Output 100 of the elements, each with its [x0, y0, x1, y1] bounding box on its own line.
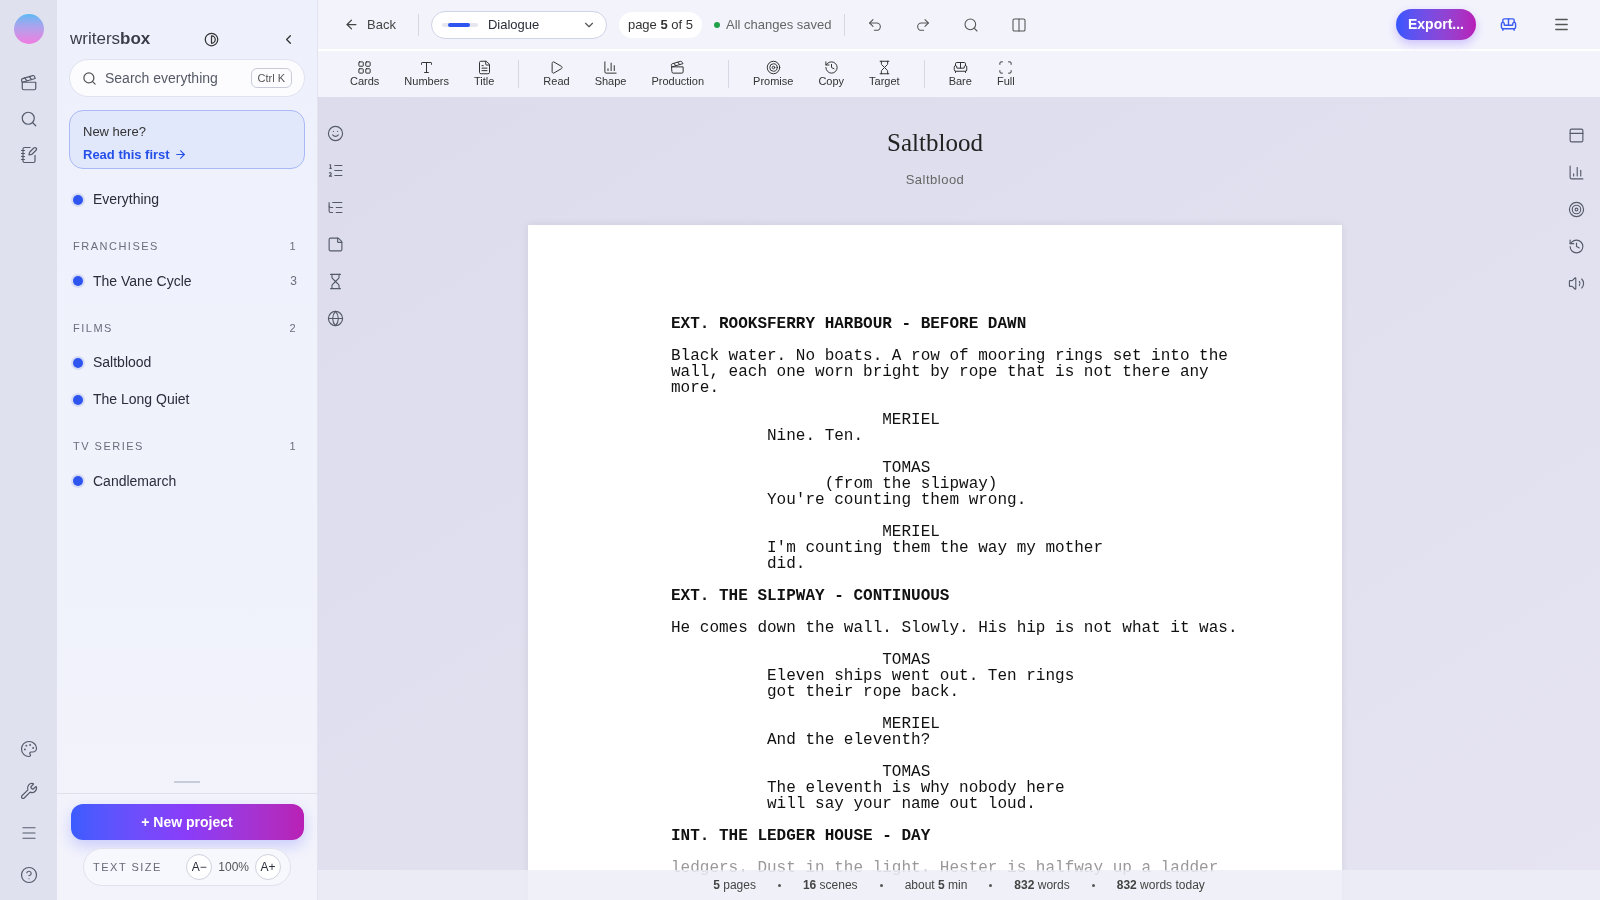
redo-icon[interactable]: [914, 16, 931, 33]
fullscreen-icon: [998, 60, 1014, 75]
sidebar-item[interactable]: The Vane Cycle: [73, 270, 192, 292]
sidebar-item[interactable]: The Long Quiet: [73, 389, 190, 410]
character-name: MERIEL: [882, 412, 940, 428]
section-heading: FRANCHISES: [73, 239, 159, 254]
action-text: ledgers. Dust in the light. Hester is halfway up a ladder: [671, 860, 1219, 876]
arrow-icon: [173, 147, 187, 161]
search-icon[interactable]: [962, 16, 979, 33]
document-title: Saltblood: [887, 128, 983, 158]
toolbar-button[interactable]: Shape: [582, 60, 639, 88]
status-item: 5 pages: [713, 877, 756, 894]
sofa-icon: [952, 60, 968, 75]
character-name: TOMAS: [882, 652, 931, 668]
dialogue-text: The eleventh is why nobody here will say your name out loud.: [767, 780, 1066, 812]
search-field[interactable]: Search everything: [105, 67, 243, 89]
sidebar-item[interactable]: Saltblood: [73, 352, 152, 373]
item-count: 3: [290, 273, 297, 290]
toolbar-button[interactable]: Full: [984, 60, 1027, 88]
logo-icon: [13, 14, 44, 44]
wrench-icon[interactable]: [19, 782, 38, 800]
history-icon[interactable]: [1568, 238, 1585, 255]
export-button[interactable]: Export...: [1396, 9, 1476, 40]
volume-icon[interactable]: [1568, 275, 1585, 292]
parenthetical-text: (from the slipway): [824, 476, 998, 492]
section-count: 1: [289, 439, 297, 454]
bar-chart-icon[interactable]: [1568, 164, 1585, 181]
status-item: 832 words today: [1116, 877, 1205, 894]
notebook-icon[interactable]: [19, 146, 38, 164]
contrast-icon[interactable]: [204, 31, 219, 47]
toolbar-button[interactable]: Promise: [741, 60, 806, 88]
play-icon: [549, 60, 564, 75]
text-size-value: 100%: [218, 859, 249, 876]
text-size-label: TEXT SIZE: [93, 859, 162, 875]
split-view-icon[interactable]: [1010, 16, 1027, 33]
clapperboard-icon[interactable]: [19, 74, 38, 92]
search-icon[interactable]: [19, 110, 38, 128]
dialogue-text: Eleven ships went out. Ten rings got their rope back.: [767, 668, 1076, 700]
new-project-button[interactable]: + New project: [70, 804, 304, 840]
dialogue-text: You're counting them wrong.: [767, 492, 1028, 508]
back-button[interactable]: Back: [344, 14, 406, 35]
shortcut-badge: Ctrl K: [250, 67, 292, 89]
section-count: 1: [289, 239, 297, 254]
scene-heading: EXT. THE SLIPWAY - CONTINUOUS: [671, 588, 950, 604]
sidebar-item[interactable]: Candlemarch: [73, 470, 177, 492]
bar-chart-icon: [603, 60, 619, 75]
toolbar-button[interactable]: Cards: [338, 60, 392, 88]
clapperboard-icon: [670, 60, 686, 75]
history-icon: [823, 60, 839, 75]
sticky-note-icon[interactable]: [327, 236, 344, 253]
indicator-icon: [441, 22, 478, 27]
section-heading: TV SERIES: [73, 439, 144, 454]
increase-text-button[interactable]: A+: [255, 854, 281, 880]
dialogue-text: And the eleventh?: [767, 732, 932, 748]
toolbar-button[interactable]: Target: [857, 60, 912, 88]
scene-heading: EXT. ROOKSFERRY HARBOUR - BEFORE DAWN: [671, 316, 1027, 332]
toolbar-button[interactable]: Production: [639, 60, 717, 88]
page-indicator: page 5 of 5: [618, 11, 702, 38]
dialogue-text: I'm counting them the way my mother did.: [767, 540, 1105, 572]
menu-icon[interactable]: [19, 824, 38, 842]
read-first-link[interactable]: Read this first: [83, 144, 187, 164]
action-text: Black water. No boats. A row of mooring rings set into the wall, each one worn bright by rope that is not there any more.: [671, 348, 1229, 396]
undo-icon[interactable]: [866, 16, 883, 33]
toolbar-button[interactable]: Title: [461, 60, 507, 88]
character-name: TOMAS: [882, 460, 931, 476]
decrease-text-button[interactable]: A−: [186, 854, 213, 880]
list-tree-icon[interactable]: [327, 199, 344, 216]
mode-dropdown[interactable]: Dialogue: [430, 10, 607, 39]
section-heading: FILMS: [73, 320, 113, 336]
character-name: MERIEL: [882, 524, 940, 540]
scene-heading: INT. THE LEDGER HOUSE - DAY: [671, 828, 931, 844]
toolbar-button[interactable]: Numbers: [392, 60, 461, 88]
character-name: MERIEL: [882, 716, 940, 732]
palette-icon[interactable]: [19, 740, 38, 758]
hourglass-icon[interactable]: [327, 273, 344, 290]
toolbar-button[interactable]: Copy: [806, 60, 857, 88]
grid-icon: [357, 60, 373, 75]
panel-icon[interactable]: [1568, 127, 1585, 144]
globe-icon[interactable]: [327, 310, 344, 327]
toolbar-button[interactable]: Read: [531, 60, 582, 88]
status-item: 832 words: [1014, 877, 1070, 894]
brand-logo: writersbox: [70, 28, 151, 51]
save-status: All changes saved: [714, 14, 832, 35]
document-subtitle: Saltblood: [905, 170, 965, 189]
document-icon: [476, 60, 492, 75]
action-text: He comes down the wall. Slowly. His hip is not what it was.: [671, 620, 1239, 636]
toolbar-button[interactable]: Bare: [936, 60, 984, 88]
search-icon: [82, 70, 97, 86]
sofa-icon[interactable]: [1500, 16, 1517, 33]
target-icon[interactable]: [1568, 201, 1585, 218]
status-item: about 5 min: [904, 877, 968, 894]
dialogue-text: Nine. Ten.: [767, 428, 865, 444]
help-icon[interactable]: [19, 866, 38, 884]
status-item: 16 scenes: [802, 877, 858, 894]
menu-icon[interactable]: [1553, 16, 1570, 33]
smile-icon[interactable]: [327, 125, 344, 142]
sidebar-item[interactable]: Everything: [73, 189, 160, 210]
search-bar[interactable]: Search everything Ctrl K: [69, 59, 305, 97]
numbered-list-icon[interactable]: [327, 162, 344, 179]
text-icon: [419, 60, 435, 75]
